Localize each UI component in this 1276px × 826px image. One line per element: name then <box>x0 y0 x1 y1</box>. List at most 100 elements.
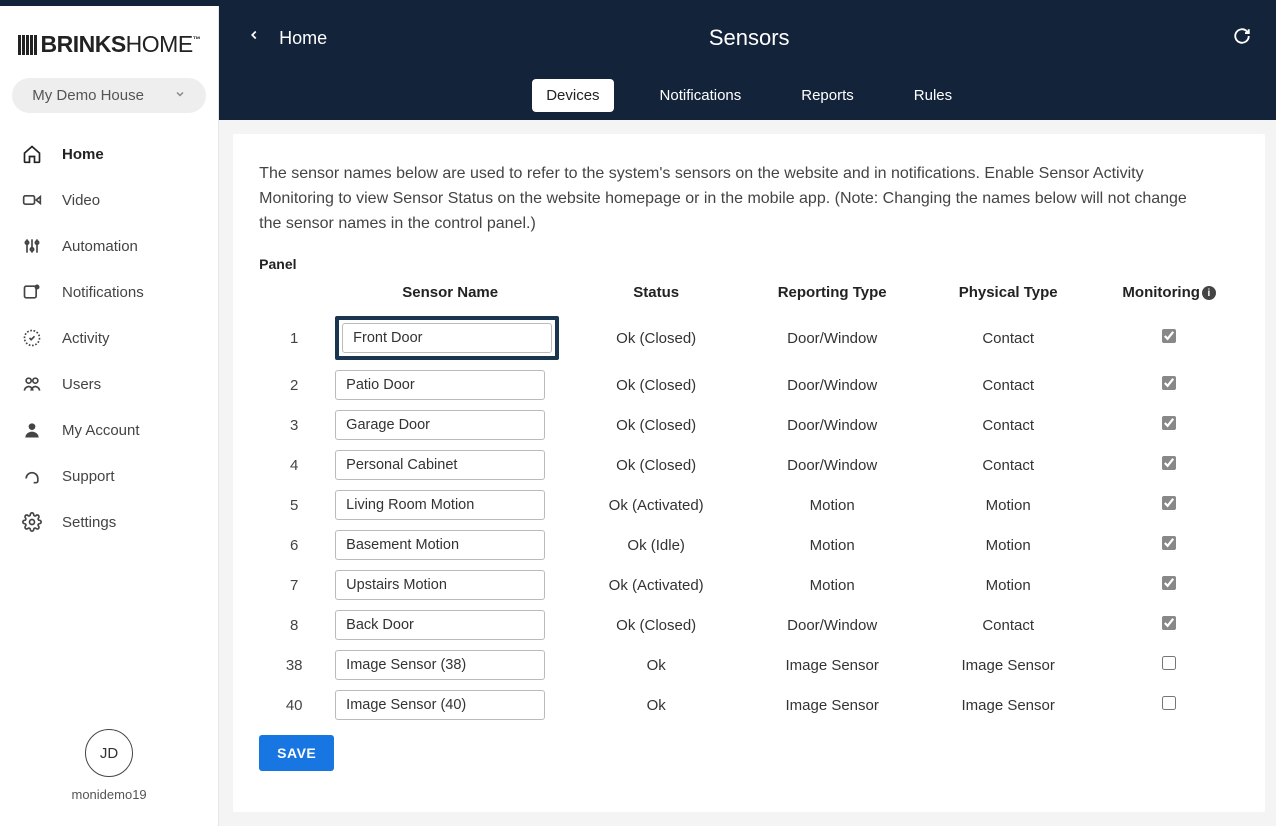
panel-label: Panel <box>259 256 1239 272</box>
row-physical: Contact <box>923 457 1093 474</box>
sidebar-item-video[interactable]: Video <box>0 177 218 223</box>
home-icon <box>22 144 44 164</box>
save-button[interactable]: SAVE <box>259 735 334 771</box>
sidebar-item-activity[interactable]: Activity <box>0 315 218 361</box>
row-reporting: Door/Window <box>747 617 917 634</box>
sidebar-item-automation[interactable]: Automation <box>0 223 218 269</box>
row-status: Ok (Closed) <box>571 457 741 474</box>
nav-label: Activity <box>62 330 110 347</box>
sidebar-item-home[interactable]: Home <box>0 131 218 177</box>
table-row: 4 Ok (Closed) Door/Window Contact <box>259 445 1239 485</box>
row-physical: Image Sensor <box>923 657 1093 674</box>
monitoring-checkbox[interactable] <box>1162 616 1176 630</box>
tab-rules[interactable]: Rules <box>900 79 966 112</box>
refresh-button[interactable] <box>1233 27 1251 50</box>
activity-icon <box>22 328 44 348</box>
sensor-name-input[interactable] <box>335 650 545 680</box>
nav-label: Automation <box>62 238 138 255</box>
sidebar-item-settings[interactable]: Settings <box>0 499 218 545</box>
monitoring-checkbox[interactable] <box>1162 536 1176 550</box>
logo: BRINKSHOME™ <box>0 16 218 78</box>
row-num: 3 <box>259 417 329 434</box>
sidebar-footer: JD monidemo19 <box>0 715 218 816</box>
row-num: 38 <box>259 657 329 674</box>
table-row: 7 Ok (Activated) Motion Motion <box>259 565 1239 605</box>
sensor-name-input[interactable] <box>335 490 545 520</box>
row-reporting: Motion <box>747 577 917 594</box>
monitoring-checkbox[interactable] <box>1162 456 1176 470</box>
monitoring-checkbox[interactable] <box>1162 416 1176 430</box>
tabs: Devices Notifications Reports Rules <box>247 79 1251 120</box>
avatar[interactable]: JD <box>85 729 133 777</box>
row-physical: Contact <box>923 377 1093 394</box>
row-reporting: Image Sensor <box>747 657 917 674</box>
row-num: 5 <box>259 497 329 514</box>
tab-reports[interactable]: Reports <box>787 79 868 112</box>
sidebar-item-notifications[interactable]: Notifications <box>0 269 218 315</box>
table-row: 1 Ok (Closed) Door/Window Contact <box>259 311 1239 365</box>
row-physical: Motion <box>923 577 1093 594</box>
monitoring-checkbox[interactable] <box>1162 576 1176 590</box>
col-status: Status <box>571 284 741 301</box>
row-physical: Contact <box>923 330 1093 347</box>
back-button[interactable] <box>247 24 261 52</box>
intro-text: The sensor names below are used to refer… <box>259 162 1200 236</box>
logo-bars-icon <box>18 35 37 55</box>
row-num: 8 <box>259 617 329 634</box>
sensor-name-input[interactable] <box>335 450 545 480</box>
row-status: Ok (Closed) <box>571 417 741 434</box>
brand-strong: BRINKS <box>41 31 126 57</box>
row-num: 2 <box>259 377 329 394</box>
avatar-initials: JD <box>100 745 118 762</box>
row-physical: Contact <box>923 617 1093 634</box>
page-title: Sensors <box>709 25 790 51</box>
row-reporting: Door/Window <box>747 417 917 434</box>
tab-notifications[interactable]: Notifications <box>646 79 756 112</box>
sidebar-item-my-account[interactable]: My Account <box>0 407 218 453</box>
nav-label: Home <box>62 146 104 163</box>
col-physical: Physical Type <box>923 284 1093 301</box>
sensor-name-input[interactable] <box>342 323 552 353</box>
table-head: Sensor Name Status Reporting Type Physic… <box>259 278 1239 311</box>
username: monidemo19 <box>14 787 204 802</box>
row-physical: Image Sensor <box>923 697 1093 714</box>
nav-label: Users <box>62 376 101 393</box>
sensor-name-input[interactable] <box>335 370 545 400</box>
sidebar: BRINKSHOME™ My Demo House Home Video <box>0 6 219 826</box>
sensor-name-input[interactable] <box>335 690 545 720</box>
row-num: 6 <box>259 537 329 554</box>
row-reporting: Motion <box>747 537 917 554</box>
row-physical: Motion <box>923 537 1093 554</box>
row-status: Ok <box>571 657 741 674</box>
row-status: Ok (Closed) <box>571 617 741 634</box>
row-physical: Motion <box>923 497 1093 514</box>
monitoring-checkbox[interactable] <box>1162 696 1176 710</box>
row-reporting: Image Sensor <box>747 697 917 714</box>
gear-icon <box>22 512 44 532</box>
monitoring-checkbox[interactable] <box>1162 656 1176 670</box>
sensor-name-input[interactable] <box>335 570 545 600</box>
breadcrumb[interactable]: Home <box>279 28 327 49</box>
sensor-name-input[interactable] <box>335 610 545 640</box>
monitoring-checkbox[interactable] <box>1162 496 1176 510</box>
nav-label: My Account <box>62 422 140 439</box>
house-select-label: My Demo House <box>32 87 144 104</box>
sidebar-item-users[interactable]: Users <box>0 361 218 407</box>
row-status: Ok (Activated) <box>571 497 741 514</box>
row-num: 4 <box>259 457 329 474</box>
sensor-name-input[interactable] <box>335 530 545 560</box>
row-reporting: Door/Window <box>747 330 917 347</box>
tab-devices[interactable]: Devices <box>532 79 613 112</box>
info-icon[interactable]: i <box>1202 286 1216 300</box>
account-icon <box>22 420 44 440</box>
table-row: 5 Ok (Activated) Motion Motion <box>259 485 1239 525</box>
table-row: 2 Ok (Closed) Door/Window Contact <box>259 365 1239 405</box>
house-select[interactable]: My Demo House <box>12 78 206 113</box>
monitoring-checkbox[interactable] <box>1162 329 1176 343</box>
monitoring-checkbox[interactable] <box>1162 376 1176 390</box>
brand-tm: ™ <box>193 35 201 44</box>
table-row: 6 Ok (Idle) Motion Motion <box>259 525 1239 565</box>
sidebar-item-support[interactable]: Support <box>0 453 218 499</box>
automation-icon <box>22 236 44 256</box>
sensor-name-input[interactable] <box>335 410 545 440</box>
